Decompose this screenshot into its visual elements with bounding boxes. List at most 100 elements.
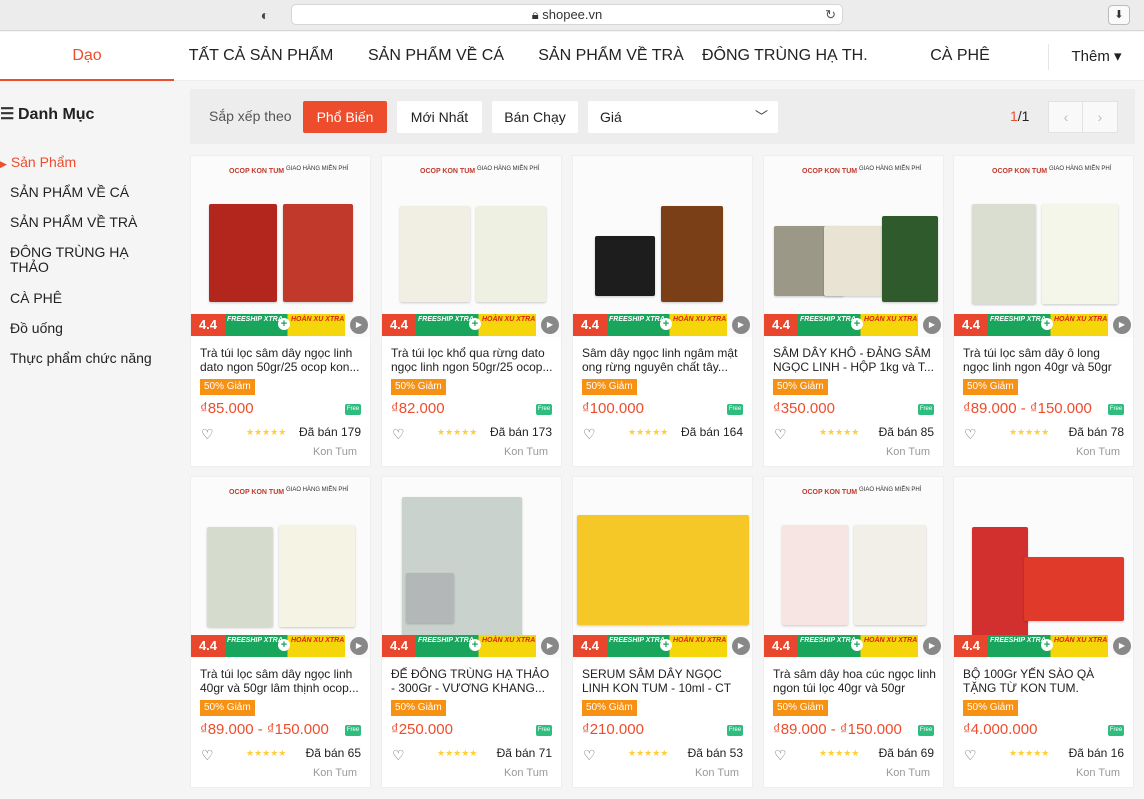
sidebar-item-san-pham[interactable]: ▶ Sản Phẩm	[0, 155, 150, 172]
more-dropdown[interactable]: Thêm ▾	[1048, 44, 1144, 70]
product-card[interactable]: 4.4 FREESHIP XTRA + HOÀN XU XTRA ▶ ĐẾ ĐÔNG TR…	[381, 476, 562, 788]
caret-right-icon: ▶	[0, 159, 7, 169]
reload-icon[interactable]: ↻	[825, 5, 836, 24]
product-card[interactable]: 4.4 FREESHIP XTRA + HOÀN XU XTRA ▶ BỘ 100Gr Y…	[953, 476, 1134, 788]
sidebar-item-coffee[interactable]: CÀ PHÊ	[10, 291, 160, 306]
sidebar-item-cordyceps[interactable]: ĐÔNG TRÙNG HẠ THẢO	[10, 245, 160, 275]
sort-newest-button[interactable]: Mới Nhất	[397, 101, 482, 133]
ocop-logo: OCOP KON TUM	[229, 168, 285, 175]
product-card[interactable]: 4.4 FREESHIP XTRA + HOÀN XU XTRA ▶ SERUM SÂM …	[572, 476, 753, 788]
hoanxu-xtra-label: HOÀN XU XTRA	[1054, 316, 1108, 323]
address-bar[interactable]: 🔒︎ shopee.vn ↻	[291, 4, 843, 25]
heart-icon[interactable]: ♡	[201, 426, 214, 443]
next-page-button[interactable]: ›	[1082, 101, 1118, 133]
product-card[interactable]: OCOP KON TUM GIAO HÀNG MIỄN PHÍ 4.4 FREESHI…	[763, 155, 944, 467]
product-image[interactable]: OCOP KON TUM GIAO HÀNG MIỄN PHÍ	[954, 156, 1133, 337]
freeship-xtra-label: FREESHIP XTRA	[418, 637, 474, 644]
privacy-shield-icon[interactable]: ◐	[250, 4, 280, 26]
play-video-icon[interactable]: ▶	[1113, 637, 1131, 655]
product-name[interactable]: ĐẾ ĐÔNG TRÙNG HẠ THẢO - 300Gr - VƯƠNG KH…	[391, 667, 555, 695]
download-icon[interactable]: ⬇	[1108, 5, 1130, 25]
product-image[interactable]	[573, 477, 752, 658]
product-name[interactable]: Trà túi lọc khổ qua rừng dato ngọc linh …	[391, 346, 555, 374]
heart-icon[interactable]: ♡	[774, 426, 787, 443]
product-card[interactable]: OCOP KON TUM GIAO HÀNG MIỄN PHÍ 4.4 FREESHI…	[381, 155, 562, 467]
product-name[interactable]: SERUM SÂM DÂY NGỌC LINH KON TUM - 10ml -…	[582, 667, 746, 695]
heart-icon[interactable]: ♡	[392, 426, 405, 443]
sort-popular-button[interactable]: Phổ Biến	[303, 101, 387, 133]
tab-all-products[interactable]: TẤT CẢ SẢN PHẨM	[180, 32, 342, 81]
product-name[interactable]: SÂM DÂY KHÔ - ĐẢNG SÂM NGỌC LINH - HỘP 1…	[773, 346, 937, 374]
ship-note: GIAO HÀNG MIỄN PHÍ	[286, 166, 349, 172]
discount-badge: 50% Giảm	[391, 379, 446, 395]
product-package	[824, 226, 884, 296]
play-video-icon[interactable]: ▶	[1113, 316, 1131, 334]
product-card[interactable]: OCOP KON TUM GIAO HÀNG MIỄN PHÍ 4.4 FREESHI…	[190, 155, 371, 467]
sidebar-item-tea[interactable]: SẢN PHẨM VỀ TRÀ	[10, 215, 160, 230]
product-name[interactable]: BỘ 100Gr YẾN SÀO QÀ TẶNG TỪ KON TUM.	[963, 667, 1127, 695]
tab-fish-products[interactable]: SẢN PHẨM VỀ CÁ	[360, 32, 512, 81]
sort-bestselling-button[interactable]: Bán Chạy	[492, 101, 578, 133]
tab-tea-products[interactable]: SẢN PHẨM VỀ TRÀ	[530, 32, 692, 81]
sidebar-item-fish[interactable]: SẢN PHẨM VỀ CÁ	[10, 185, 160, 200]
product-card[interactable]: 4.4 FREESHIP XTRA + HOÀN XU XTRA ▶ Sâm dây ng…	[572, 155, 753, 467]
sold-count: Đã bán 16	[1068, 746, 1124, 760]
product-name[interactable]: Trà sâm dây hoa cúc ngọc linh ngon túi l…	[773, 667, 937, 695]
product-price: ₫89.000 - ₫150.000	[963, 400, 1092, 417]
heart-icon[interactable]: ♡	[774, 747, 787, 764]
product-image[interactable]	[573, 156, 752, 337]
product-image[interactable]: OCOP KON TUM GIAO HÀNG MIỄN PHÍ	[191, 156, 370, 337]
sidebar-item-supplements[interactable]: Thực phẩm chức năng	[10, 351, 180, 366]
menu-list-icon: ☰	[0, 106, 15, 123]
product-name[interactable]: Trà túi lọc sâm dây ô long ngọc linh ngo…	[963, 346, 1127, 374]
product-card[interactable]: OCOP KON TUM GIAO HÀNG MIỄN PHÍ 4.4 FREESHI…	[953, 155, 1134, 467]
product-image[interactable]	[382, 477, 561, 658]
product-image[interactable]: OCOP KON TUM GIAO HÀNG MIỄN PHÍ	[764, 477, 943, 658]
product-image[interactable]: OCOP KON TUM GIAO HÀNG MIỄN PHÍ	[382, 156, 561, 337]
product-image[interactable]: OCOP KON TUM GIAO HÀNG MIỄN PHÍ	[191, 477, 370, 658]
product-name[interactable]: Trà túi lọc sâm dây ngọc linh 40gr và 50…	[200, 667, 364, 695]
play-video-icon[interactable]: ▶	[923, 316, 941, 334]
url-text: shopee.vn	[542, 7, 603, 22]
play-video-icon[interactable]: ▶	[732, 316, 750, 334]
price-sort-select[interactable]: Giá ﹀	[588, 101, 778, 133]
hoanxu-xtra-label: HOÀN XU XTRA	[864, 316, 918, 323]
free-shipping-icon: Free	[727, 404, 743, 415]
product-name[interactable]: Trà túi lọc sâm dây ngọc linh dato ngon …	[200, 346, 364, 374]
product-image[interactable]: OCOP KON TUM GIAO HÀNG MIỄN PHÍ	[764, 156, 943, 337]
prev-page-button[interactable]: ‹	[1048, 101, 1084, 133]
hoanxu-xtra-label: HOÀN XU XTRA	[291, 316, 345, 323]
discount-badge: 50% Giảm	[391, 700, 446, 716]
product-price: ₫4.000.000	[963, 721, 1038, 738]
play-video-icon[interactable]: ▶	[541, 316, 559, 334]
heart-icon[interactable]: ♡	[964, 426, 977, 443]
play-video-icon[interactable]: ▶	[350, 637, 368, 655]
tab-dao[interactable]: Dạo	[0, 32, 174, 81]
ocop-logo: OCOP KON TUM	[229, 489, 285, 496]
tab-cordyceps[interactable]: ĐÔNG TRÙNG HẠ TH...	[702, 32, 868, 81]
heart-icon[interactable]: ♡	[201, 747, 214, 764]
tab-coffee[interactable]: CÀ PHÊ	[900, 32, 1020, 81]
promo-strip: FREESHIP XTRA + HOÀN XU XTRA	[416, 314, 536, 336]
heart-icon[interactable]: ♡	[583, 747, 596, 764]
product-card[interactable]: OCOP KON TUM GIAO HÀNG MIỄN PHÍ 4.4 FREESHI…	[763, 476, 944, 788]
product-name[interactable]: Sâm dây ngọc linh ngâm mật ong rừng nguy…	[582, 346, 746, 374]
discount-badge: 50% Giảm	[773, 379, 828, 395]
product-image[interactable]	[954, 477, 1133, 658]
promo-banner: 4.4 FREESHIP XTRA + HOÀN XU XTRA ▶	[382, 314, 561, 336]
play-video-icon[interactable]: ▶	[541, 637, 559, 655]
play-video-icon[interactable]: ▶	[350, 316, 368, 334]
product-card[interactable]: OCOP KON TUM GIAO HÀNG MIỄN PHÍ 4.4 FREESHI…	[190, 476, 371, 788]
promo-strip: FREESHIP XTRA + HOÀN XU XTRA	[416, 635, 536, 657]
sidebar-item-drinks[interactable]: Đồ uống	[10, 321, 160, 336]
play-video-icon[interactable]: ▶	[732, 637, 750, 655]
discount-badge: 50% Giảm	[200, 379, 255, 395]
play-video-icon[interactable]: ▶	[923, 637, 941, 655]
heart-icon[interactable]: ♡	[964, 747, 977, 764]
promo-44-badge: 4.4	[191, 314, 225, 336]
product-package	[283, 204, 353, 302]
hoanxu-xtra-label: HOÀN XU XTRA	[291, 637, 345, 644]
heart-icon[interactable]: ♡	[392, 747, 405, 764]
heart-icon[interactable]: ♡	[583, 426, 596, 443]
rating-stars: ★★★★★	[437, 748, 478, 758]
